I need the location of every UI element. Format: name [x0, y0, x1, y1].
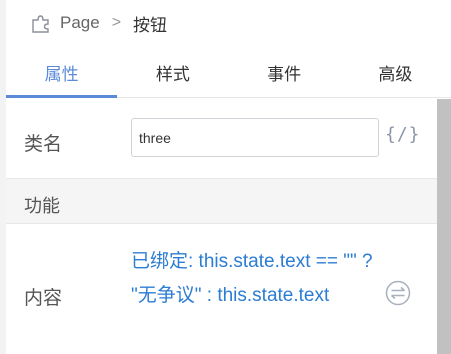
puzzle-icon: [30, 12, 52, 34]
section-title: 功能: [24, 196, 60, 216]
content-row: 内容 已绑定: this.state.text == "" ? "无争议" : …: [6, 225, 437, 354]
breadcrumb-current: 按钮: [133, 15, 168, 35]
settings-panel: Page > 按钮 属性 样式 事件 高级 类名 three {/} 功能 内容…: [0, 0, 451, 354]
tab-events[interactable]: 事件: [229, 48, 340, 97]
breadcrumb-separator: >: [111, 14, 122, 31]
breadcrumb: Page > 按钮: [30, 8, 167, 38]
section-header-function: 功能: [6, 178, 437, 224]
class-name-label: 类名: [24, 134, 63, 155]
content-label: 内容: [24, 288, 63, 309]
tab-bar: 属性 样式 事件 高级: [6, 48, 451, 98]
content-binding-text[interactable]: 已绑定: this.state.text == "" ? "无争议" : thi…: [131, 245, 376, 313]
tab-advanced[interactable]: 高级: [340, 48, 451, 97]
class-name-input[interactable]: three: [131, 118, 379, 157]
class-name-row: 类名 three {/}: [6, 99, 437, 178]
tab-styles[interactable]: 样式: [117, 48, 228, 97]
tab-properties[interactable]: 属性: [6, 48, 118, 98]
code-icon[interactable]: {/}: [385, 124, 421, 145]
breadcrumb-root[interactable]: Page: [60, 13, 100, 33]
unbind-icon[interactable]: [385, 280, 411, 306]
scrollbar-thumb[interactable]: [437, 99, 451, 354]
